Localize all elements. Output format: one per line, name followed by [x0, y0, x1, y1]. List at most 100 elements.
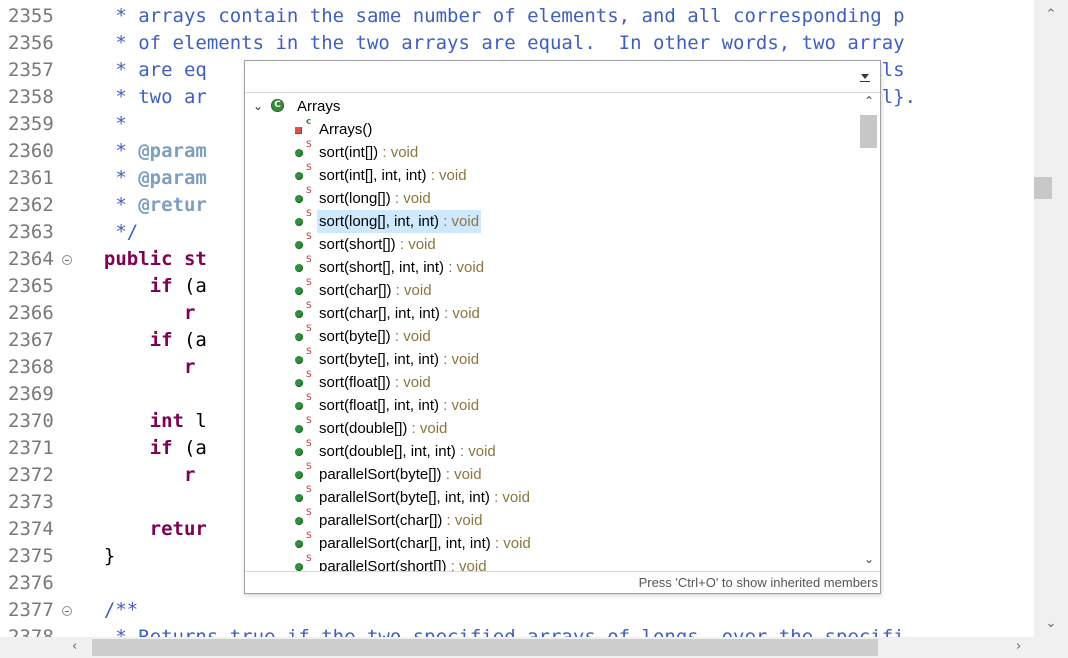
scroll-up-arrow-icon[interactable]: ⌃ — [863, 95, 875, 107]
code-line[interactable]: 2356 * of elements in the two arrays are… — [0, 30, 1034, 57]
code-token: * arrays contain the same number of elem… — [81, 5, 905, 27]
code-token: * — [81, 167, 139, 189]
member-name: sort(float[], int, int) — [319, 397, 440, 414]
code-text: * @param — [81, 138, 207, 165]
public-method-icon — [295, 356, 303, 364]
public-method-icon — [295, 563, 303, 571]
code-line[interactable]: 2355 * arrays contain the same number of… — [0, 3, 1034, 30]
member-return-type: : void — [391, 282, 432, 299]
member-return-type: : void — [426, 167, 467, 184]
tree-node-method[interactable]: Ssort(float[]) : void — [245, 370, 857, 394]
line-number: 2360 — [8, 140, 54, 162]
code-token: r — [81, 464, 196, 486]
tree-node-method[interactable]: Ssort(char[], int, int) : void — [245, 301, 857, 325]
outline-filter-input[interactable] — [247, 63, 851, 91]
tree-node-method[interactable]: Ssort(byte[]) : void — [245, 324, 857, 348]
static-badge-icon: S — [306, 462, 312, 472]
static-badge-icon: S — [306, 324, 312, 334]
code-line[interactable]: 2377 /** — [0, 597, 1034, 624]
tree-node-method[interactable]: Ssort(short[], int, int) : void — [245, 255, 857, 279]
tree-node-method[interactable]: SparallelSort(char[], int, int) : void — [245, 531, 857, 555]
code-token: * are eq — [81, 59, 207, 81]
tree-node-method[interactable]: SparallelSort(char[]) : void — [245, 508, 857, 532]
member-name: sort(char[], int, int) — [319, 305, 440, 322]
outline-vertical-scrollbar[interactable]: ⌃ ⌄ — [858, 93, 879, 571]
scroll-down-arrow-icon[interactable]: ⌄ — [1044, 617, 1058, 631]
code-token: * Returns true if the two specified arra… — [81, 626, 905, 637]
outline-status-bar: Press 'Ctrl+O' to show inherited members — [245, 571, 880, 594]
line-number: 2367 — [8, 329, 54, 351]
public-method-icon — [295, 195, 303, 203]
line-number: 2371 — [8, 437, 54, 459]
member-name: sort(float[]) — [319, 374, 391, 391]
line-number: 2362 — [8, 194, 54, 216]
tree-node-method[interactable]: Ssort(char[]) : void — [245, 278, 857, 302]
public-method-icon — [295, 379, 303, 387]
code-token: r — [81, 302, 196, 324]
outline-scroll-thumb[interactable] — [860, 115, 877, 148]
tree-node-method[interactable]: Ssort(double[], int, int) : void — [245, 439, 857, 463]
member-return-type: : void — [446, 558, 487, 571]
public-method-icon — [295, 264, 303, 272]
code-text: * Returns true if the two specified arra… — [81, 624, 905, 637]
line-number: 2356 — [8, 32, 54, 54]
tree-node-method[interactable]: Ssort(byte[], int, int) : void — [245, 347, 857, 371]
public-method-icon — [295, 540, 303, 548]
member-label: sort(short[], int, int) : void — [317, 256, 486, 279]
tree-node-method[interactable]: Ssort(int[]) : void — [245, 140, 857, 164]
tree-node-method[interactable]: Ssort(long[]) : void — [245, 186, 857, 210]
line-number: 2369 — [8, 383, 54, 405]
static-badge-icon: S — [306, 186, 312, 196]
view-menu-icon[interactable] — [857, 70, 873, 84]
line-number: 2372 — [8, 464, 54, 486]
editor-vertical-scroll-thumb[interactable] — [1034, 177, 1052, 199]
code-text: r — [81, 300, 195, 327]
member-label: sort(int[]) : void — [317, 141, 420, 164]
member-return-type: : void — [455, 443, 496, 460]
public-method-icon — [295, 149, 303, 157]
code-text: } — [81, 543, 115, 570]
public-method-icon — [295, 471, 303, 479]
line-number: 2361 — [8, 167, 54, 189]
scroll-left-arrow-icon[interactable]: ‹ — [72, 640, 86, 654]
static-badge-icon: S — [306, 140, 312, 150]
quick-outline-popup: ⌄ Arrays cArrays()Ssort(int[]) : voidSso… — [244, 60, 881, 594]
chevron-down-icon[interactable]: ⌄ — [252, 95, 264, 118]
member-name: sort(int[]) — [319, 144, 379, 161]
code-token: if — [81, 275, 173, 297]
fold-toggle-icon[interactable] — [62, 606, 72, 616]
tree-node-class[interactable]: ⌄ Arrays — [245, 95, 857, 118]
scroll-up-arrow-icon[interactable]: ⌃ — [1044, 8, 1058, 22]
code-line[interactable]: 2378 * Returns true if the two specified… — [0, 624, 1034, 637]
member-name: parallelSort(short[]) — [319, 558, 447, 571]
tree-node-method[interactable]: Ssort(short[]) : void — [245, 232, 857, 256]
scroll-right-arrow-icon[interactable]: › — [1016, 640, 1030, 654]
tree-node-constructor[interactable]: c Arrays() — [245, 117, 857, 141]
member-name: parallelSort(byte[]) — [319, 466, 442, 483]
tree-node-method[interactable]: SparallelSort(short[]) : void — [245, 554, 857, 571]
tree-node-method[interactable]: Ssort(int[], int, int) : void — [245, 163, 857, 187]
code-text: if (a — [81, 327, 207, 354]
tree-node-method[interactable]: SparallelSort(byte[], int, int) : void — [245, 485, 857, 509]
code-token: @param — [138, 167, 207, 189]
member-return-type: : void — [407, 420, 448, 437]
member-return-type: : void — [395, 236, 436, 253]
public-method-icon — [295, 333, 303, 341]
member-label: parallelSort(byte[]) : void — [317, 463, 484, 486]
editor-horizontal-scroll-thumb[interactable] — [92, 639, 878, 656]
static-badge-icon: S — [306, 255, 312, 265]
tree-node-method[interactable]: Ssort(long[], int, int) : void — [245, 209, 857, 233]
code-token: @retur — [138, 194, 207, 216]
code-token: */ — [81, 221, 139, 243]
static-badge-icon: S — [306, 393, 312, 403]
tree-node-method[interactable]: SparallelSort(byte[]) : void — [245, 462, 857, 486]
tree-node-method[interactable]: Ssort(float[], int, int) : void — [245, 393, 857, 417]
outline-tree[interactable]: ⌄ Arrays cArrays()Ssort(int[]) : voidSso… — [245, 93, 857, 571]
tree-node-method[interactable]: Ssort(double[]) : void — [245, 416, 857, 440]
static-badge-icon: S — [306, 209, 312, 219]
editor-vertical-scrollbar[interactable]: ⌃ ⌄ — [1034, 0, 1068, 637]
scroll-down-arrow-icon[interactable]: ⌄ — [863, 553, 875, 565]
line-number: 2373 — [8, 491, 54, 513]
fold-toggle-icon[interactable] — [62, 255, 72, 265]
editor-horizontal-scrollbar[interactable]: ‹ › — [0, 637, 1068, 658]
